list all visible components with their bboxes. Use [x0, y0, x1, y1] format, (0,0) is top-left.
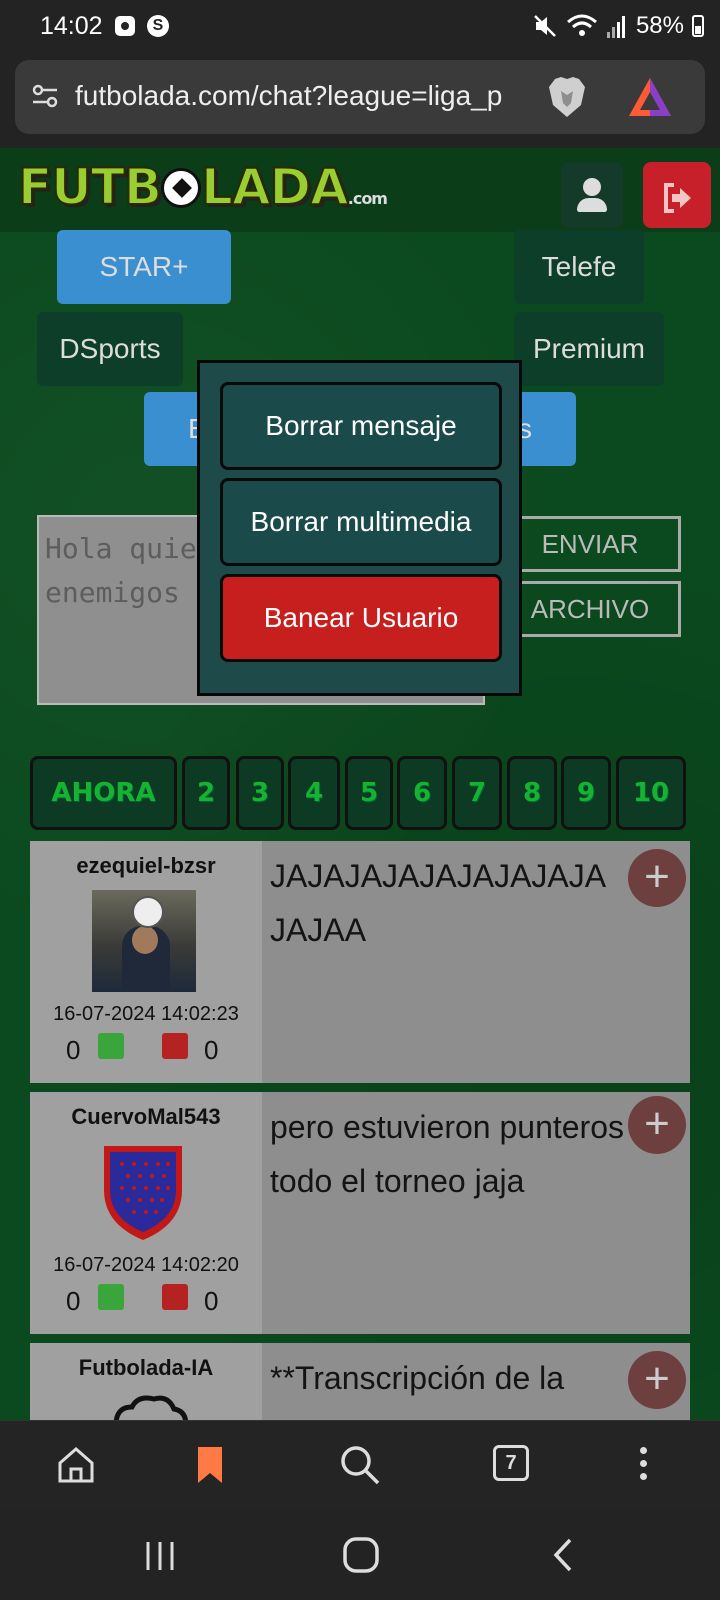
system-nav-bar	[0, 1510, 720, 1600]
message-author-panel: ezequiel-bzsr 16-07-2024 14:02:23 0 0	[30, 841, 262, 1083]
moderation-menu: Borrar mensaje Borrar multimedia Banear …	[197, 360, 522, 696]
message-text-line: todo el torneo jaja	[270, 1163, 525, 1199]
thumbs-up-icon[interactable]	[98, 1284, 124, 1310]
system-home-icon[interactable]	[342, 1536, 380, 1574]
message-username[interactable]: ezequiel-bzsr	[30, 853, 262, 879]
screen: 14:02 S 58% futbolada.com/chat?league=li…	[0, 0, 720, 1600]
tabs-button[interactable]: 7	[493, 1445, 529, 1481]
site-settings-icon[interactable]	[31, 82, 59, 110]
mute-icon	[534, 15, 556, 37]
recent-apps-icon[interactable]	[140, 1538, 180, 1574]
message-options-button[interactable]: +	[628, 1351, 686, 1409]
page-tab-10[interactable]: 10	[616, 756, 686, 830]
message-text-line: **Transcripción de la	[270, 1360, 565, 1396]
like-count: 0	[66, 1035, 81, 1065]
status-bar: 14:02 S 58%	[0, 0, 720, 54]
browser-toolbar: futbolada.com/chat?league=liga_p	[0, 54, 720, 148]
status-time: 14:02	[40, 12, 103, 40]
page-tab-3[interactable]: 3	[236, 756, 284, 830]
url-text[interactable]: futbolada.com/chat?league=liga_p	[75, 80, 545, 112]
home-icon[interactable]	[52, 1441, 100, 1489]
menu-icon[interactable]	[640, 1447, 648, 1486]
user-icon	[583, 178, 601, 196]
dislike-count: 0	[204, 1035, 219, 1065]
brave-shields-icon[interactable]	[547, 75, 587, 119]
club-crest-avatar[interactable]	[100, 1140, 186, 1244]
page-tab-7[interactable]: 7	[452, 756, 502, 830]
browser-bottom-bar: 7	[0, 1420, 720, 1510]
ban-user-button[interactable]: Banear Usuario	[220, 574, 502, 662]
message-options-button[interactable]: +	[628, 1096, 686, 1154]
bookmark-icon[interactable]	[186, 1441, 234, 1489]
logo-text-end: LADA	[200, 157, 350, 217]
page-tab-now[interactable]: AHORA	[30, 756, 177, 830]
message-text-line: pero estuvieron punteros	[270, 1109, 624, 1145]
address-bar[interactable]: futbolada.com/chat?league=liga_p	[15, 60, 705, 134]
back-icon[interactable]	[548, 1536, 578, 1574]
site-logo[interactable]: FUTB LADA.com	[17, 157, 388, 217]
message-author-panel: Futbolada-IA	[30, 1343, 262, 1420]
message-username[interactable]: CuervoMal543	[30, 1104, 262, 1130]
web-page: FUTB LADA.com STAR+ Telefe DSports Premiu…	[0, 148, 720, 1420]
delete-media-button[interactable]: Borrar multimedia	[220, 478, 502, 566]
message-username[interactable]: Futbolada-IA	[30, 1355, 262, 1381]
message-text-line: JAJAJAJAJAJAJAJAJA	[270, 858, 607, 894]
channel-premium[interactable]: Premium	[514, 312, 664, 386]
channel-star[interactable]: STAR+	[57, 230, 231, 304]
chat-message: ezequiel-bzsr 16-07-2024 14:02:23 0 0 JA…	[30, 841, 690, 1083]
page-tab-4[interactable]: 4	[288, 756, 340, 830]
site-header: FUTB LADA.com	[0, 148, 720, 232]
message-text-line: JAJAA	[270, 912, 367, 948]
sign-out-icon	[664, 182, 691, 213]
thumbs-down-icon[interactable]	[162, 1284, 188, 1310]
chat-message: Futbolada-IA **Transcripción de la +	[30, 1343, 690, 1420]
like-count: 0	[66, 1286, 81, 1316]
battery-percent: 58%	[635, 12, 684, 39]
logout-button[interactable]	[643, 162, 711, 228]
logo-suffix: .com	[347, 189, 388, 208]
battery-icon	[692, 15, 704, 37]
send-button[interactable]: ENVIAR	[499, 516, 681, 572]
page-tab-8[interactable]: 8	[507, 756, 557, 830]
status-indicators: 58%	[532, 12, 704, 40]
message-timestamp: 16-07-2024 14:02:23	[53, 1003, 239, 1025]
search-icon[interactable]	[336, 1441, 384, 1489]
channel-telefe[interactable]: Telefe	[514, 230, 644, 304]
page-tab-5[interactable]: 5	[345, 756, 393, 830]
message-timestamp: 16-07-2024 14:02:20	[53, 1254, 239, 1276]
message-author-panel: CuervoMal543 16-07-2024 14:02:20 0 0	[30, 1092, 262, 1334]
page-tab-9[interactable]: 9	[561, 756, 611, 830]
delete-message-button[interactable]: Borrar mensaje	[220, 382, 502, 470]
soccer-ball-icon	[160, 168, 201, 208]
brave-rewards-icon[interactable]	[627, 76, 673, 118]
user-avatar[interactable]	[92, 890, 196, 992]
ai-avatar[interactable]	[110, 1395, 190, 1420]
profile-button[interactable]	[561, 162, 623, 228]
attach-file-button[interactable]: ARCHIVO	[499, 581, 681, 637]
logo-text-start: FUTB	[17, 157, 163, 217]
message-options-button[interactable]: +	[628, 849, 686, 907]
dislike-count: 0	[204, 1286, 219, 1316]
signal-icon	[606, 16, 625, 38]
wifi-icon	[566, 14, 597, 36]
thumbs-up-icon[interactable]	[98, 1033, 124, 1059]
notification-icon	[115, 16, 135, 36]
thumbs-down-icon[interactable]	[162, 1033, 188, 1059]
chat-message: CuervoMal543 16-07-2024 14:02:20 0 0 per…	[30, 1092, 690, 1334]
page-tab-2[interactable]: 2	[182, 756, 230, 830]
channel-dsports[interactable]: DSports	[37, 312, 183, 386]
soccer-ball-icon	[132, 896, 164, 928]
shazam-icon: S	[147, 15, 169, 37]
page-tab-6[interactable]: 6	[397, 756, 447, 830]
